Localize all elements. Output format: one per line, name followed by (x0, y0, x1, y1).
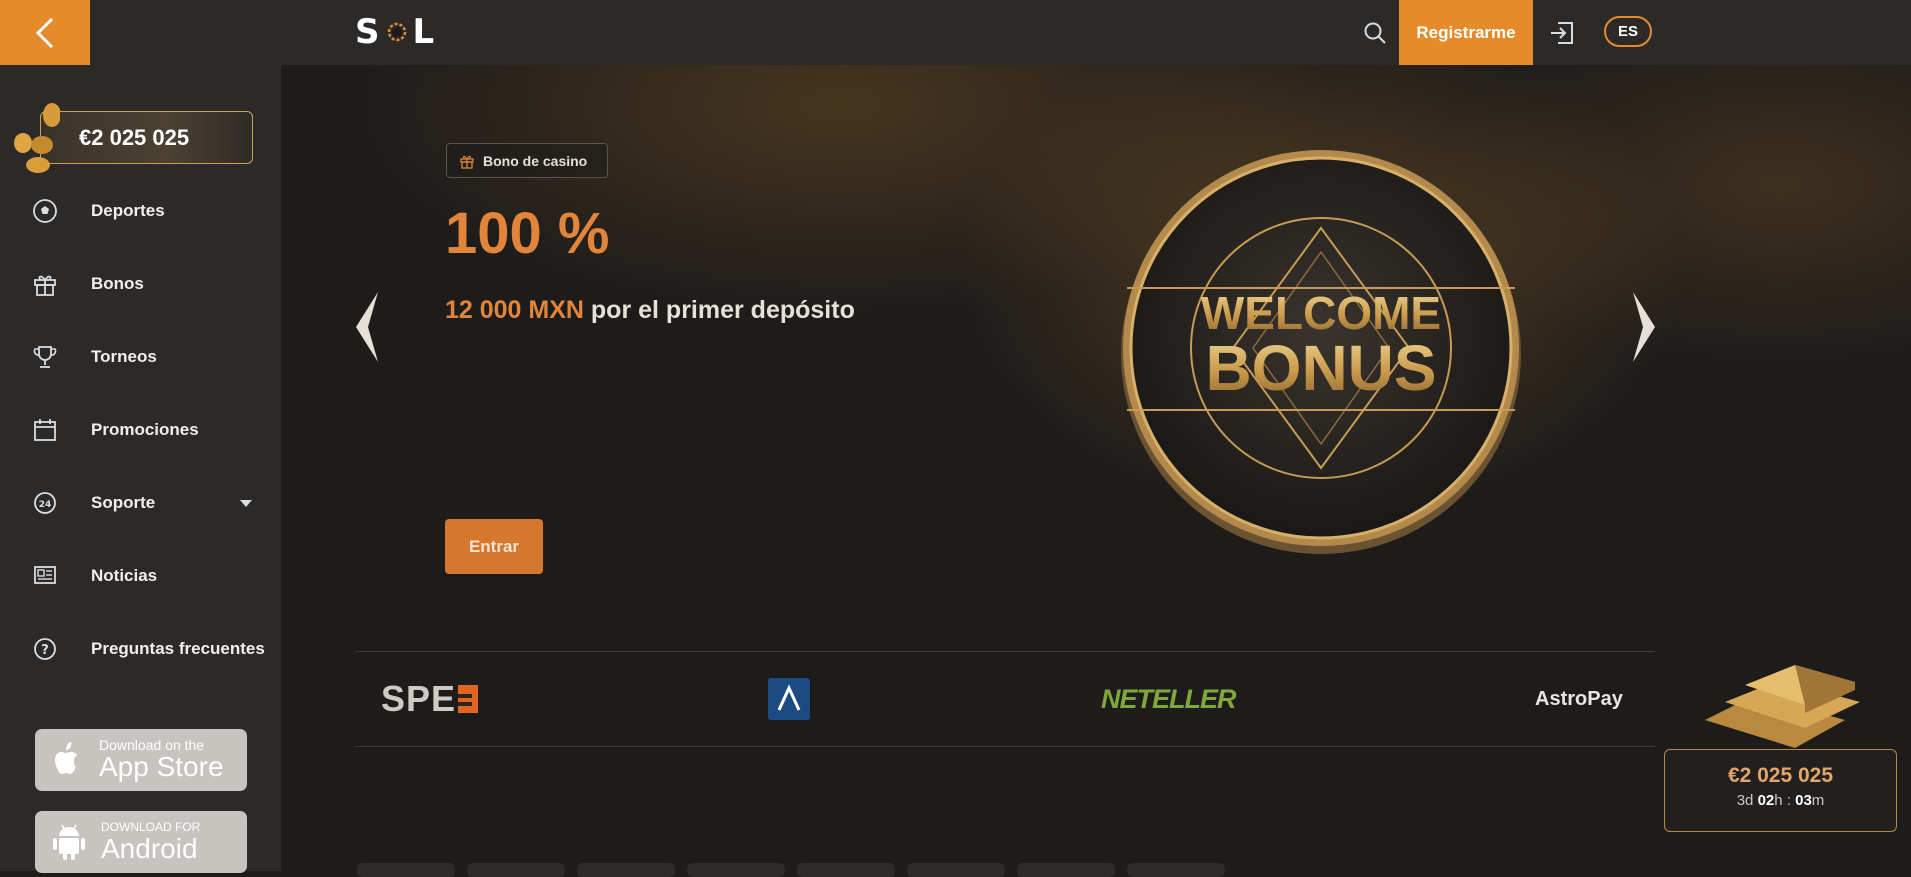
jackpot-amount: €2 025 025 (1727, 764, 1834, 787)
bonus-tag: Bono de casino (446, 143, 608, 178)
welcome-bonus-coin-image: WELCOME BONUS (1121, 150, 1521, 554)
sun-icon (387, 22, 406, 42)
support-24-icon: 24 (31, 489, 59, 517)
category-tab[interactable] (1127, 863, 1225, 877)
sidebar: €2 025 025 Deportes Bonos Torneos Promoc… (0, 65, 281, 873)
register-button[interactable]: Registrarme (1399, 0, 1533, 65)
sidebar-item-promociones[interactable]: Promociones (0, 405, 281, 455)
login-icon (1551, 22, 1573, 44)
jackpot-hours: 02 (1757, 792, 1775, 809)
sidebar-item-label: Soporte (91, 493, 156, 512)
back-button[interactable] (0, 0, 90, 65)
app-store-big: App Store (99, 751, 224, 782)
logo-letter-l: L (412, 12, 436, 52)
category-tab[interactable] (467, 863, 565, 877)
jackpot-minutes: 03 (1795, 792, 1812, 809)
trophy-icon (31, 343, 59, 371)
jackpot-timer: 3d 02h : 03m (1736, 792, 1825, 809)
login-button[interactable] (1548, 19, 1576, 47)
language-selector[interactable]: ES (1604, 16, 1652, 47)
android-button[interactable]: DOWNLOAD FOR Android (35, 811, 247, 873)
search-button[interactable] (1362, 20, 1388, 46)
category-tab[interactable] (797, 863, 895, 877)
coin-text-bonus: BONUS (1205, 332, 1436, 404)
question-icon: ? (31, 635, 59, 663)
sidebar-item-faq[interactable]: ? Preguntas frecuentes (0, 624, 281, 674)
gold-bars-image (1705, 665, 1860, 748)
sidebar-item-label: Torneos (91, 347, 157, 366)
enter-button[interactable]: Entrar (445, 519, 543, 574)
sidebar-item-bonos[interactable]: Bonos (0, 259, 281, 309)
sol-logo[interactable]: S L (355, 12, 435, 52)
payment-methods-strip: SPE NETELLER AstroPay (355, 651, 1655, 747)
gold-coins-icon (14, 103, 60, 173)
bonus-description: 12 000 MXN por el primer depósito (445, 296, 855, 325)
payment-logo-spei: SPE (381, 652, 479, 746)
news-icon (31, 562, 59, 590)
svg-text:24: 24 (39, 500, 52, 510)
android-small: DOWNLOAD FOR (101, 820, 201, 834)
spei-text: SPE (381, 678, 457, 719)
svg-text:?: ? (41, 643, 49, 658)
gift-icon (460, 155, 474, 169)
soccer-ball-icon (31, 197, 59, 225)
carousel-next-arrow[interactable] (1631, 290, 1657, 364)
category-tab[interactable] (907, 863, 1005, 877)
sidebar-item-label: Noticias (91, 566, 158, 585)
android-icon (53, 824, 85, 860)
category-tab[interactable] (357, 863, 455, 877)
payment-logo-neteller: NETELLER (1101, 683, 1237, 714)
chevron-left-icon (35, 17, 54, 48)
logo-letter-s: S (355, 12, 381, 52)
calendar-icon (31, 416, 59, 444)
payment-logo-astropay-card (768, 652, 810, 746)
sidebar-jackpot-amount: €2 025 025 (79, 124, 190, 150)
search-icon (1364, 22, 1386, 44)
bonus-description-text: por el primer depósito (583, 296, 855, 324)
category-tab[interactable] (687, 863, 785, 877)
category-tab[interactable] (577, 863, 675, 877)
sidebar-item-label: Preguntas frecuentes (91, 639, 265, 658)
jackpot-days: 3 (1736, 792, 1746, 809)
sidebar-item-soporte[interactable]: 24 Soporte (0, 478, 281, 528)
apple-icon (55, 742, 77, 774)
sidebar-item-torneos[interactable]: Torneos (0, 332, 281, 382)
app-store-button[interactable]: Download on the App Store (35, 729, 247, 791)
android-big: Android (101, 833, 198, 864)
category-tab[interactable] (1017, 863, 1115, 877)
chevron-down-icon[interactable] (240, 499, 252, 507)
sidebar-item-label: Bonos (91, 274, 144, 293)
sidebar-item-noticias[interactable]: Noticias (0, 551, 281, 601)
sidebar-item-deportes[interactable]: Deportes (0, 186, 281, 236)
spei-mark (458, 685, 479, 713)
bonus-tag-label: Bono de casino (483, 152, 588, 169)
bonus-amount: 12 000 MXN (445, 296, 584, 324)
sidebar-jackpot[interactable]: €2 025 025 (40, 111, 253, 164)
astropay-card-icon (768, 678, 810, 720)
sidebar-item-label: Deportes (91, 201, 165, 220)
gift-icon (31, 270, 59, 298)
app-store-small: Download on the (99, 737, 205, 753)
bonus-percent: 100 % (445, 201, 610, 266)
top-bar: S L Registrarme ES (0, 0, 1911, 65)
payment-logo-astropay: AstroPay (1535, 687, 1623, 710)
carousel-prev-arrow[interactable] (354, 290, 380, 364)
sidebar-item-label: Promociones (91, 420, 199, 439)
jackpot-widget[interactable]: €2 025 025 3d 02h : 03m (1664, 749, 1897, 832)
